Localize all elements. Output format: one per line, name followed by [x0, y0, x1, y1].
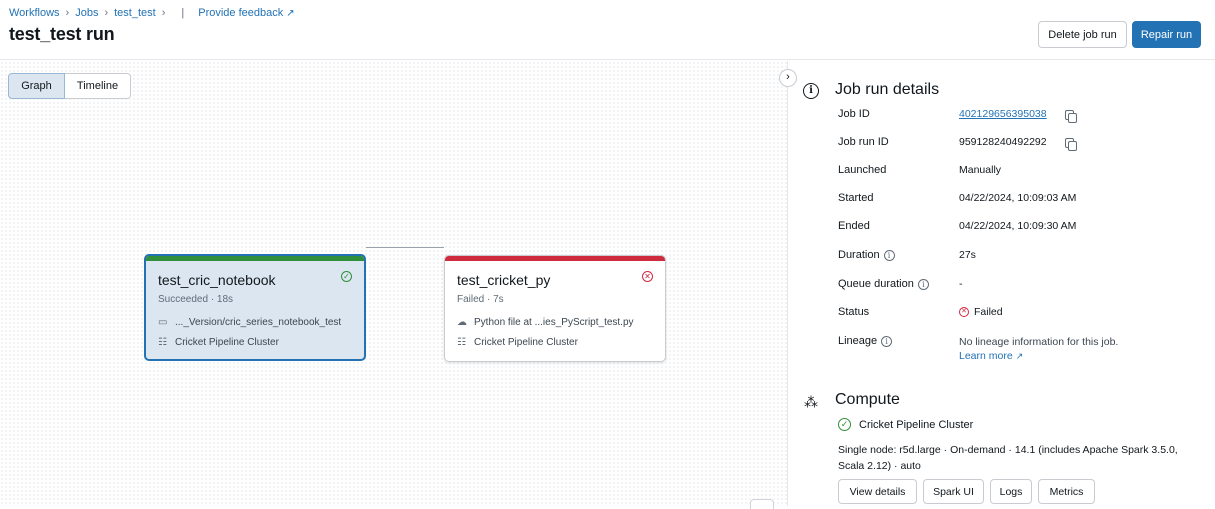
- graph-canvas[interactable]: Graph Timeline test_cric_notebook ✓ Succ…: [0, 61, 788, 509]
- task-cluster-name: Cricket Pipeline Cluster: [474, 337, 578, 348]
- check-circle-icon: ✓: [341, 271, 352, 282]
- task-status-bar: [445, 256, 665, 261]
- status-label: Status: [838, 306, 870, 318]
- cluster-name: Cricket Pipeline Cluster: [859, 418, 974, 431]
- task-source: ▭ ..._Version/cric_series_notebook_test: [158, 317, 341, 328]
- lineage-label: Lineage i: [838, 335, 893, 347]
- learn-more-link[interactable]: Learn more ↗: [959, 349, 1023, 363]
- task-status: Failed · 7s: [457, 294, 504, 305]
- task-name: test_cric_notebook: [158, 272, 276, 288]
- job-id-link[interactable]: 402129656395038: [959, 108, 1047, 120]
- job-run-details-title: Job run details: [835, 81, 940, 98]
- queue-duration-value: -: [959, 278, 963, 290]
- logs-button[interactable]: Logs: [990, 479, 1032, 504]
- copy-icon[interactable]: [1065, 138, 1077, 151]
- external-link-icon: ↗: [286, 7, 295, 19]
- view-toggle: Graph Timeline: [8, 73, 131, 99]
- duration-label-text: Duration: [838, 249, 880, 261]
- breadcrumb-job[interactable]: test_test: [114, 7, 156, 19]
- task-cluster-name: Cricket Pipeline Cluster: [175, 337, 279, 348]
- cloud-icon: ☁: [457, 317, 467, 328]
- chevron-right-icon: ›: [65, 7, 70, 19]
- task-source-path: Python file at ...ies_PyScript_test.py: [474, 317, 634, 328]
- task-source: ☁ Python file at ...ies_PyScript_test.py: [457, 317, 634, 328]
- launched-value: Manually: [959, 164, 1002, 176]
- canvas-control-button[interactable]: [750, 499, 774, 509]
- task-dependency-edge: [366, 247, 444, 248]
- info-icon[interactable]: i: [917, 278, 929, 290]
- job-run-id-label: Job run ID: [838, 136, 889, 148]
- started-value: 04/22/2024, 10:09:03 AM: [959, 192, 1077, 204]
- job-id-value[interactable]: 402129656395038: [959, 108, 1047, 120]
- check-circle-icon: ✓: [838, 418, 851, 431]
- page-header: Workflows › Jobs › test_test › | Provide…: [0, 0, 1215, 60]
- task-cluster: ☷ Cricket Pipeline Cluster: [457, 337, 578, 348]
- tab-graph[interactable]: Graph: [8, 73, 65, 99]
- info-icon[interactable]: i: [881, 335, 893, 347]
- status-text: Failed: [974, 306, 1003, 318]
- launched-label: Launched: [838, 164, 887, 176]
- breadcrumb-jobs[interactable]: Jobs: [75, 7, 98, 19]
- provide-feedback-link[interactable]: Provide feedback: [198, 7, 283, 19]
- lineage-label-text: Lineage: [838, 335, 878, 347]
- ended-label: Ended: [838, 220, 870, 232]
- job-run-id-value: 959128240492292: [959, 136, 1047, 148]
- breadcrumb: Workflows › Jobs › test_test › | Provide…: [9, 7, 295, 19]
- duration-value: 27s: [959, 249, 976, 261]
- spark-ui-button[interactable]: Spark UI: [923, 479, 984, 504]
- breadcrumb-workflows[interactable]: Workflows: [9, 7, 60, 19]
- queue-duration-label-text: Queue duration: [838, 278, 914, 290]
- task-status: Succeeded · 18s: [158, 294, 234, 305]
- lineage-message: No lineage information for this job.: [959, 336, 1119, 348]
- run-details-panel: i Job run details Job ID 402129656395038…: [789, 61, 1215, 506]
- task-source-path: ..._Version/cric_series_notebook_test: [175, 317, 342, 328]
- task-status-bar: [146, 256, 364, 261]
- lineage-value: No lineage information for this job. Lea…: [959, 335, 1118, 363]
- x-circle-icon: ✕: [642, 271, 653, 282]
- task-cluster: ☷ Cricket Pipeline Cluster: [158, 337, 279, 348]
- collapse-panel-chevron-icon[interactable]: ›: [779, 69, 797, 87]
- compute-nodes-icon: ⁂: [804, 394, 818, 410]
- cluster-description: Single node: r5d.large · On-demand · 14.…: [838, 444, 1178, 472]
- task-node-test-cricket-py[interactable]: test_cricket_py ✕ Failed · 7s ☁ Python f…: [444, 255, 666, 362]
- tab-timeline[interactable]: Timeline: [65, 73, 131, 99]
- info-circle-icon: i: [803, 83, 819, 99]
- metrics-button[interactable]: Metrics: [1038, 479, 1095, 504]
- delete-job-run-button[interactable]: Delete job run: [1038, 21, 1127, 48]
- duration-label: Duration i: [838, 249, 895, 261]
- folder-icon: ▭: [158, 317, 168, 328]
- x-circle-icon: ✕: [959, 307, 969, 317]
- external-link-icon: ↗: [1015, 351, 1024, 361]
- compute-title: Compute: [835, 391, 900, 408]
- repair-run-button[interactable]: Repair run: [1132, 21, 1201, 48]
- started-label: Started: [838, 192, 874, 204]
- learn-more-text[interactable]: Learn more: [959, 349, 1013, 363]
- task-name: test_cricket_py: [457, 272, 551, 288]
- cluster-icon: ☷: [158, 337, 167, 348]
- divider: |: [181, 7, 185, 19]
- queue-duration-label: Queue duration i: [838, 278, 929, 290]
- copy-icon[interactable]: [1065, 110, 1077, 123]
- task-node-test-cric-notebook[interactable]: test_cric_notebook ✓ Succeeded · 18s ▭ .…: [144, 254, 366, 361]
- info-icon[interactable]: i: [883, 249, 895, 261]
- chevron-right-icon: ›: [104, 7, 109, 19]
- cluster-status: ✓ Cricket Pipeline Cluster: [838, 418, 973, 431]
- job-id-label: Job ID: [838, 108, 870, 120]
- chevron-right-icon: ›: [161, 7, 166, 19]
- ended-value: 04/22/2024, 10:09:30 AM: [959, 220, 1077, 232]
- page-title: test_test run: [9, 24, 115, 44]
- view-details-button[interactable]: View details: [838, 479, 917, 504]
- cluster-icon: ☷: [457, 337, 466, 348]
- status-value: ✕ Failed: [959, 306, 1003, 318]
